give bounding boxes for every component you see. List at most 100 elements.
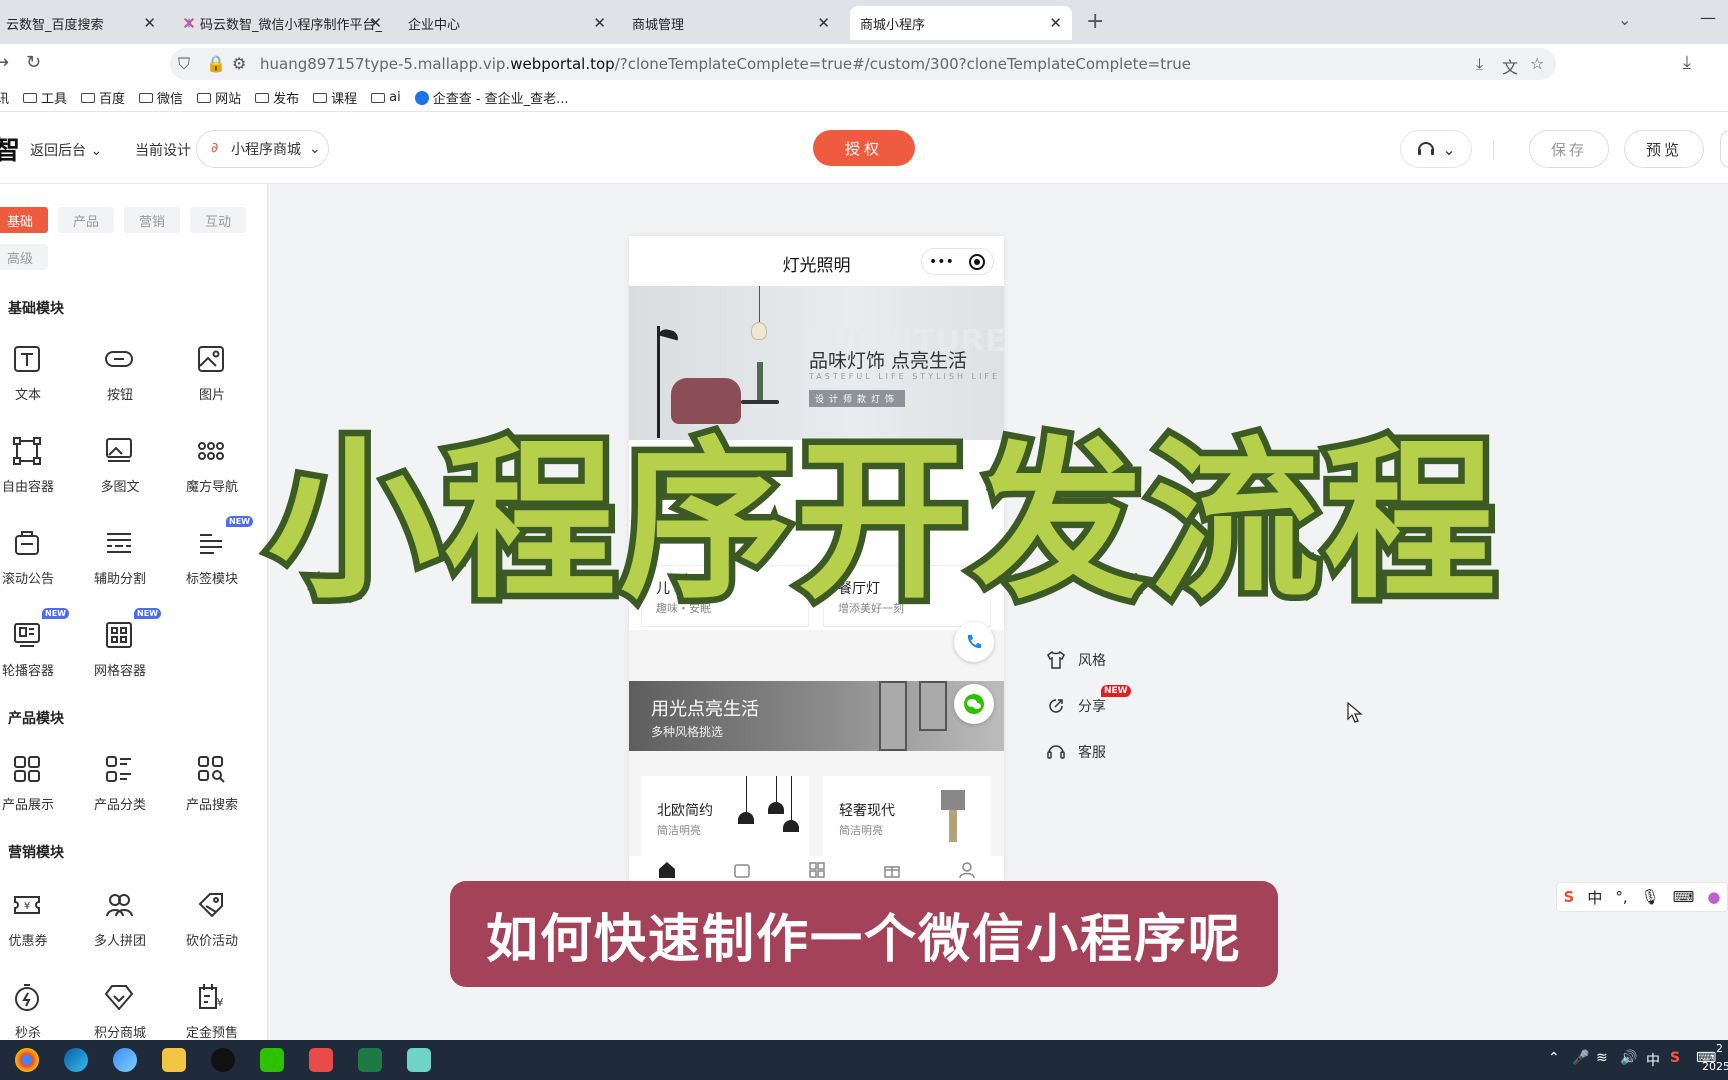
module-free-container[interactable]: 自由容器 xyxy=(0,436,68,506)
punctuation-icon[interactable]: °, xyxy=(1615,888,1627,906)
chevron-up-icon[interactable]: ⌃ xyxy=(1548,1050,1560,1066)
setting-customer-service[interactable]: 客服 xyxy=(1046,742,1106,762)
product-card-nordic[interactable]: 北欧简约 简洁明亮 xyxy=(641,776,809,862)
keyboard-icon[interactable]: ⌨ xyxy=(1673,888,1695,906)
forward-arrow-icon[interactable]: → xyxy=(0,52,9,73)
tab-marketing[interactable]: 营销 xyxy=(124,207,180,233)
bookmark-qichacha[interactable]: 企查查 - 查企业_查老... xyxy=(414,88,569,107)
close-icon[interactable]: ✕ xyxy=(1049,14,1062,32)
bookmark-folder-courses[interactable]: 课程 xyxy=(313,88,357,107)
reload-icon[interactable]: ↻ xyxy=(26,52,41,73)
wallet-icon[interactable] xyxy=(732,860,752,880)
sogou-tray-icon[interactable]: S xyxy=(1670,1050,1680,1066)
url-input[interactable]: ⛉ 🔒 ⚙ huang897157type-5.mallapp.vip. webp… xyxy=(170,48,1556,80)
save-button[interactable]: 保存 xyxy=(1529,130,1609,168)
edge-icon[interactable] xyxy=(64,1048,88,1072)
sogou-logo-icon[interactable]: S xyxy=(1564,888,1575,906)
tab-enterprise-center[interactable]: 企业中心 ✕ xyxy=(398,6,616,40)
tab-mall-miniprogram[interactable]: 商城小程序 ✕ xyxy=(850,6,1072,40)
design-select[interactable]: ∂ 小程序商城 ⌄ xyxy=(196,130,329,168)
close-icon[interactable]: ✕ xyxy=(817,14,830,32)
module-image[interactable]: 图片 xyxy=(172,344,252,414)
support-button[interactable]: ⌄ xyxy=(1400,130,1472,168)
module-tag[interactable]: 标签模块 NEW xyxy=(172,516,253,598)
notes-app-icon[interactable] xyxy=(407,1048,431,1072)
microphone-icon[interactable]: 🎤 xyxy=(1572,1050,1589,1066)
ime-indicator[interactable]: 中 xyxy=(1646,1050,1660,1070)
authorize-button[interactable]: 授权 xyxy=(813,130,915,166)
tab-mall-management[interactable]: 商城管理 ✕ xyxy=(622,6,840,40)
tab-advanced[interactable]: 高级 xyxy=(0,244,48,270)
download-icon[interactable]: ⤓ xyxy=(1683,52,1691,73)
module-notice[interactable]: 滚动公告 xyxy=(0,528,68,598)
close-target-icon[interactable] xyxy=(968,253,986,271)
tab-basic[interactable]: 基础 xyxy=(0,207,48,233)
module-cube-nav[interactable]: 魔方导航 xyxy=(172,436,252,506)
miniprogram-capsule[interactable]: ••• xyxy=(921,248,994,275)
bookmark-folder-publish[interactable]: 发布 xyxy=(255,88,299,107)
module-points-mall[interactable]: 积分商城 xyxy=(80,982,160,1040)
site-settings-icon[interactable]: ⚙ xyxy=(232,54,246,73)
module-group-buy[interactable]: 多人拼团 xyxy=(80,890,160,960)
module-coupon[interactable]: ¥ 优惠券 xyxy=(0,890,68,960)
file-explorer-icon[interactable] xyxy=(162,1048,186,1072)
preview-button[interactable]: 预览 xyxy=(1624,130,1704,168)
wechat-icon[interactable] xyxy=(260,1048,284,1072)
volume-icon[interactable]: 🔊 xyxy=(1620,1050,1637,1066)
qq-icon[interactable] xyxy=(211,1048,235,1072)
browser-app-icon[interactable] xyxy=(113,1048,137,1072)
bookmark-folder-tools[interactable]: 工具 xyxy=(23,88,67,107)
ime-language-toggle[interactable]: 中 xyxy=(1587,887,1602,908)
tab-interaction[interactable]: 互动 xyxy=(190,207,246,233)
module-flash-sale[interactable]: 秒杀 xyxy=(0,982,68,1040)
lifestyle-banner[interactable]: 用光点亮生活 多种风格挑选 xyxy=(629,681,1004,751)
hero-banner[interactable]: FURNITURE 品味灯饰 点亮生活 TASTEFUL LIFE STYLIS… xyxy=(629,286,1004,440)
new-tab-button[interactable]: + xyxy=(1086,9,1104,34)
module-product-category[interactable]: 产品分类 xyxy=(80,754,160,824)
install-app-icon[interactable]: ⤓ xyxy=(1476,54,1483,74)
module-presale[interactable]: ¥ 定金预售 xyxy=(172,982,252,1040)
module-product-search[interactable]: 产品搜索 xyxy=(172,754,252,824)
chrome-icon[interactable] xyxy=(15,1048,39,1072)
chevron-down-icon[interactable]: ⌄ xyxy=(1618,10,1631,29)
bookmark-folder-wechat[interactable]: 微信 xyxy=(139,88,183,107)
bookmark-folder-websites[interactable]: 网站 xyxy=(197,88,241,107)
module-divider[interactable]: 辅助分割 xyxy=(80,528,160,598)
module-button[interactable]: 按钮 xyxy=(80,344,160,414)
bookmark-item[interactable]: 讯 xyxy=(0,88,9,107)
wifi-icon[interactable]: ≋ xyxy=(1596,1050,1608,1066)
bookmark-folder-ai[interactable]: ai xyxy=(371,90,401,105)
module-text[interactable]: 文本 xyxy=(0,344,68,414)
home-icon[interactable] xyxy=(657,860,677,880)
category-grid-icon[interactable] xyxy=(807,860,827,880)
wechat-button[interactable] xyxy=(954,684,994,724)
excel-icon[interactable] xyxy=(358,1048,382,1072)
more-icon[interactable]: ••• xyxy=(929,254,954,270)
media-app-icon[interactable] xyxy=(309,1048,333,1072)
module-grid-container[interactable]: 网格容器 NEW xyxy=(80,608,161,690)
close-icon[interactable]: ✕ xyxy=(143,14,156,32)
gift-icon[interactable] xyxy=(882,860,902,880)
user-icon[interactable] xyxy=(957,860,977,880)
tab-baidu-search[interactable]: 云数智_百度搜索 ✕ xyxy=(0,6,166,40)
skin-icon[interactable]: ● xyxy=(1707,888,1720,906)
close-icon[interactable]: ✕ xyxy=(593,14,606,32)
bookmark-folder-baidu[interactable]: 百度 xyxy=(81,88,125,107)
module-carousel[interactable]: 轮播容器 NEW xyxy=(0,608,69,690)
microphone-icon[interactable]: 🎙 xyxy=(1641,888,1660,906)
back-to-admin-button[interactable]: 返回后台 ⌄ xyxy=(30,140,102,160)
more-button[interactable] xyxy=(1720,130,1728,168)
star-icon[interactable]: ☆ xyxy=(1530,54,1544,73)
module-product-display[interactable]: 产品展示 xyxy=(0,754,68,824)
module-bargain[interactable]: 砍价活动 xyxy=(172,890,252,960)
minimize-icon[interactable]: — xyxy=(1700,8,1716,27)
setting-style[interactable]: 风格 xyxy=(1046,650,1106,670)
close-icon[interactable]: ✕ xyxy=(369,14,382,32)
translate-icon[interactable]: 文 xyxy=(1502,54,1518,78)
tab-mayun-platform[interactable]: 码云数智_微信小程序制作平台_ ✕ xyxy=(174,6,392,40)
product-card-luxury[interactable]: 轻奢现代 简洁明亮 xyxy=(823,776,991,862)
setting-share[interactable]: 分享 xyxy=(1046,696,1106,716)
tab-product[interactable]: 产品 xyxy=(58,207,114,233)
module-multi-image[interactable]: 多图文 xyxy=(80,436,160,506)
phone-call-button[interactable] xyxy=(954,622,994,662)
